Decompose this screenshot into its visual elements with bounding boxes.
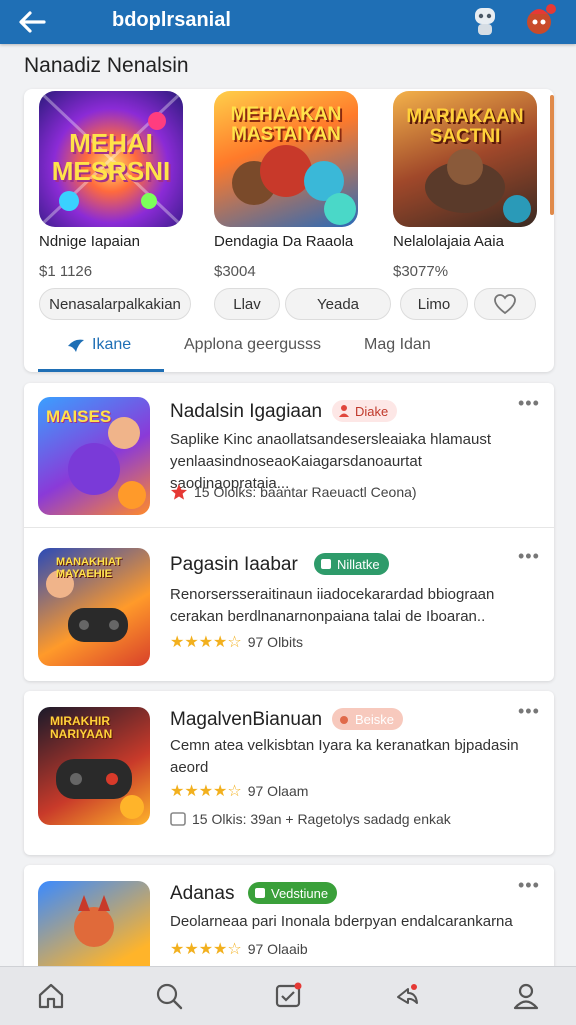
rating-stars: ★★★★☆ — [170, 634, 242, 651]
home-icon[interactable] — [36, 981, 66, 1011]
profile-icon[interactable] — [511, 981, 541, 1011]
active-tab-indicator — [38, 369, 164, 372]
heart-icon — [494, 294, 516, 315]
game-title: MagalvenBianuan — [170, 709, 323, 730]
list-item[interactable]: MANAKHIAT MAYAEHIE Pagasin Iaabar Nillat… — [24, 528, 554, 681]
list-item[interactable]: MIRAKHIR NARIYAAN MagalvenBianuan Beiske… — [24, 691, 554, 855]
thumbnail-text: MANAKHIAT MAYAEHIE — [56, 556, 122, 580]
game-thumbnail[interactable]: MAISES — [38, 397, 150, 515]
game-list-card: MAISES Nadalsin Igagiaan Diake ••• Sapli… — [24, 383, 554, 681]
filter-pill[interactable]: Nenasalarpalkakian — [39, 288, 191, 320]
featured-game-name: Dendagia Da Raaola — [214, 233, 354, 250]
comment-icon — [170, 812, 186, 826]
mascot-avatar-icon[interactable] — [520, 2, 558, 40]
game-title: Adanas — [170, 883, 235, 904]
list-item[interactable]: MAISES Nadalsin Igagiaan Diake ••• Sapli… — [24, 383, 554, 527]
tag-icon — [321, 559, 331, 569]
filter-pill[interactable]: Limo — [400, 288, 468, 320]
thumbnail-text: MIRAKHIR NARIYAAN — [50, 714, 113, 741]
featured-game-thumbnail[interactable]: MEHAI MESRSNI — [39, 91, 183, 227]
thumbnail-text: MAISES — [46, 407, 112, 426]
search-icon[interactable] — [154, 981, 184, 1011]
paw-icon — [340, 716, 348, 724]
game-title: Nadalsin Igagiaan — [170, 401, 323, 422]
featured-game-name: Ndnige Iapaian — [39, 233, 140, 250]
robot-avatar-icon[interactable] — [470, 4, 500, 38]
featured-game-price: $3077% — [393, 263, 449, 280]
rating-stars: ★★★★☆ — [170, 941, 242, 958]
more-options-button[interactable]: ••• — [518, 393, 540, 414]
rating-stars: ★★★★☆ — [170, 783, 242, 800]
game-title: Pagasin Iaabar — [170, 554, 298, 575]
featured-game-price: $3004 — [214, 263, 256, 280]
tab-label: Ikane — [92, 336, 132, 353]
carousel-scrollbar[interactable] — [550, 95, 554, 215]
filter-pill[interactable]: Llav — [214, 288, 280, 320]
featured-game-thumbnail[interactable]: MARIAKAAN SACTNI — [393, 91, 537, 227]
tag-icon — [255, 888, 265, 898]
top-app-bar: bdoplrsanial — [0, 0, 576, 44]
app-title: bdoplrsanial — [112, 9, 231, 31]
status-badge: Nillatke — [314, 553, 389, 575]
game-meta: ★★★★☆ 97 Olaaib — [170, 941, 308, 958]
favorite-button[interactable] — [474, 288, 536, 320]
star-icon — [171, 484, 187, 500]
status-badge: Vedstiune — [248, 882, 338, 904]
game-thumbnail[interactable]: MANAKHIAT MAYAEHIE — [38, 548, 150, 666]
featured-game-thumbnail[interactable]: MEHAAKAN MASTAIYAN — [214, 91, 358, 227]
inbox-icon[interactable] — [273, 981, 303, 1011]
game-description: Cemn atea velkisbtan Iyara ka keranatkan… — [170, 737, 519, 776]
arrow-left-icon — [19, 11, 46, 33]
section-title: Nanadiz Nenalsin — [24, 54, 189, 77]
game-meta: 15 Ololks: baantar Raeuactl Ceona) — [170, 483, 417, 501]
status-badge: Beiske — [332, 708, 404, 730]
game-list-card: MIRAKHIR NARIYAAN MagalvenBianuan Beiske… — [24, 691, 554, 855]
game-description: Renorsersseraitinaun iiadocekarardad bbi… — [170, 586, 495, 625]
sparkle-icon — [68, 339, 84, 352]
thumbnail-text: MARIAKAAN SACTNI — [406, 106, 524, 147]
game-list-card: Adanas Vedstiune ••• Deolarneaa pari Ino… — [24, 865, 554, 975]
game-description: Deolarneaa pari Inonala bderpyan endalca… — [170, 913, 513, 930]
more-options-button[interactable]: ••• — [518, 546, 540, 567]
category-tabs: Ikane Applona geergusss Mag Idan — [24, 329, 554, 372]
featured-games-card: MEHAI MESRSNI Ndnige Iapaian $1 1126 MEH… — [24, 89, 554, 372]
game-thumbnail[interactable]: MIRAKHIR NARIYAAN — [38, 707, 150, 825]
thumbnail-text: MEHAAKAN MASTAIYAN — [230, 104, 342, 145]
more-options-button[interactable]: ••• — [518, 701, 540, 722]
game-meta: ★★★★☆ 97 Olaam — [170, 783, 309, 800]
more-options-button[interactable]: ••• — [518, 875, 540, 896]
game-meta: ★★★★☆ 97 Olbits — [170, 634, 303, 651]
bottom-navigation — [0, 966, 576, 1025]
status-badge: Diake — [332, 400, 398, 422]
tab-applona[interactable]: Applona geergusss — [184, 336, 321, 354]
share-icon[interactable] — [392, 981, 422, 1011]
person-icon — [339, 405, 349, 417]
list-item[interactable]: Adanas Vedstiune ••• Deolarneaa pari Ino… — [24, 865, 554, 975]
filter-pill[interactable]: Yeada — [285, 288, 391, 320]
featured-game-price: $1 1126 — [39, 263, 93, 280]
back-button[interactable] — [18, 6, 52, 38]
tab-mag-idan[interactable]: Mag Idan — [364, 336, 431, 354]
game-meta-secondary: 15 Olkis: 39an + Ragetolys sadadg enkak — [170, 811, 451, 827]
featured-game-name: Nelalolajaia Aaia — [393, 233, 504, 250]
game-thumbnail[interactable] — [38, 881, 150, 975]
tab-ikane[interactable]: Ikane — [66, 336, 131, 354]
thumbnail-text: MEHAI MESRSNI — [51, 128, 171, 186]
